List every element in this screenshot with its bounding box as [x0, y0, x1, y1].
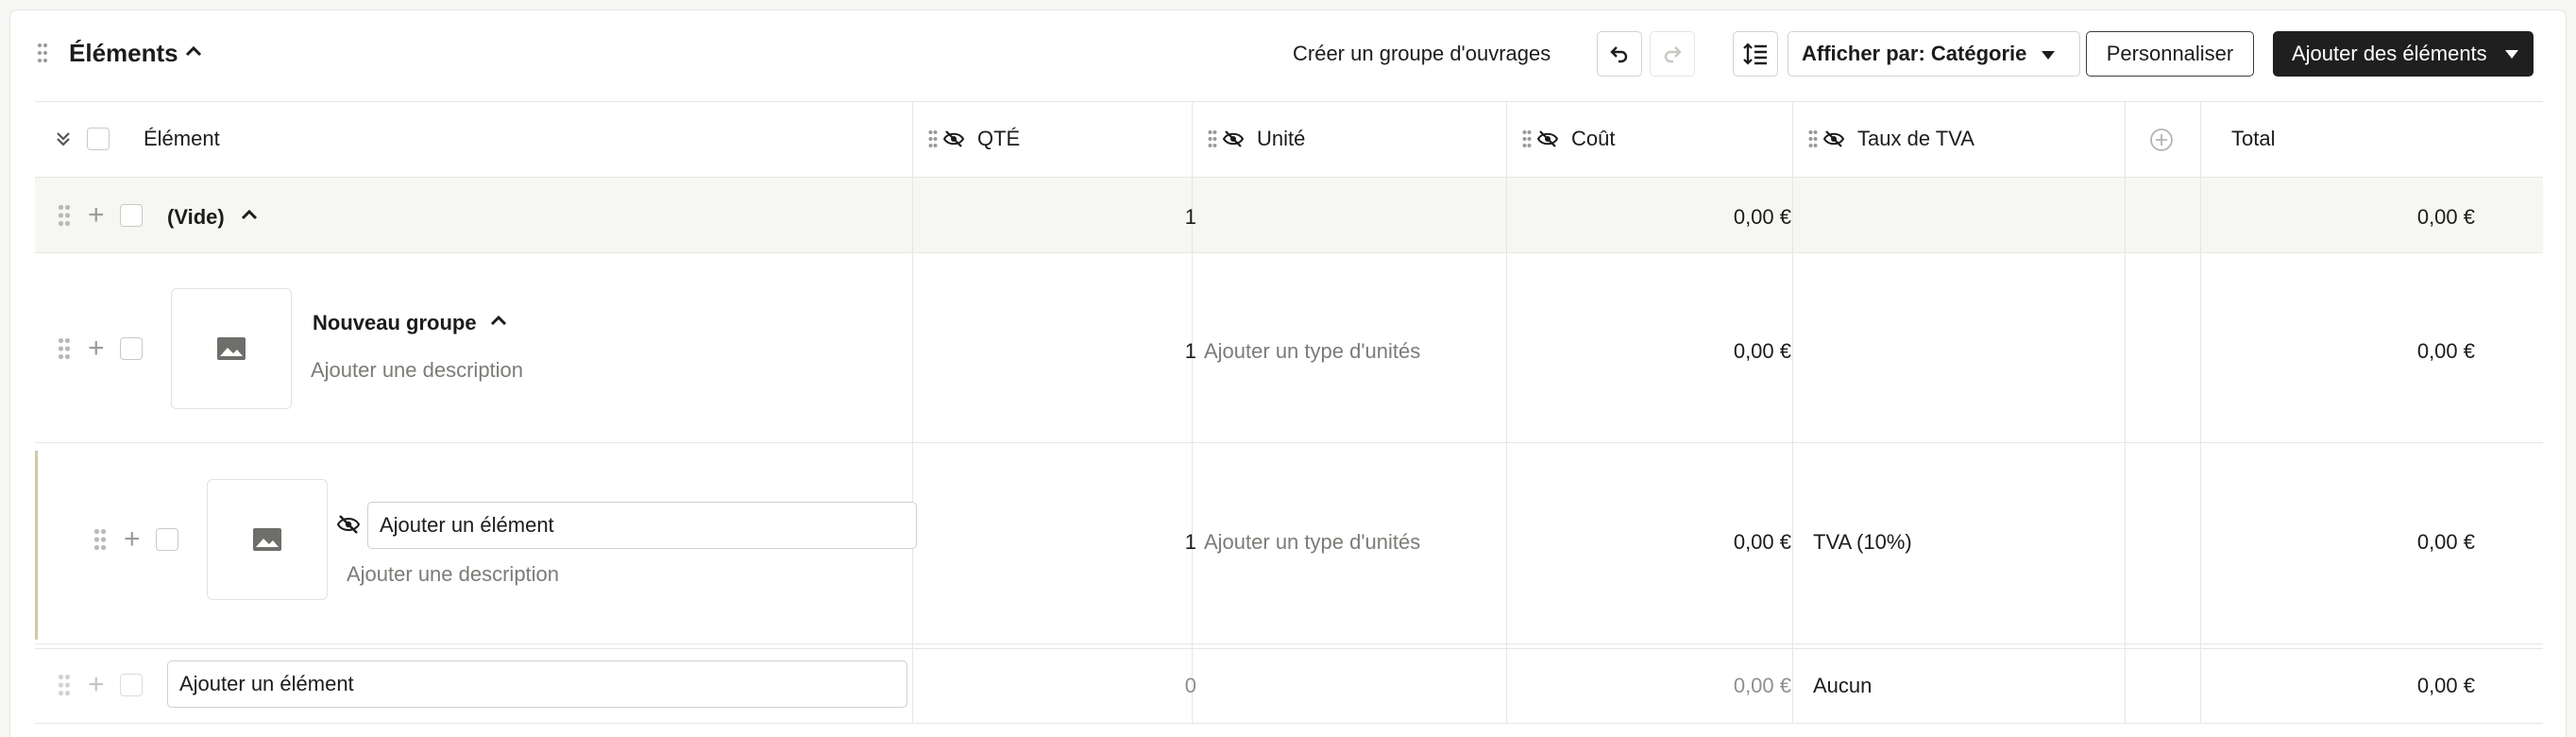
cost-value: 0,00 €	[1733, 339, 1791, 363]
eye-off-icon[interactable]	[337, 515, 360, 534]
eye-off-icon[interactable]	[1223, 130, 1244, 147]
column-label: Taux de TVA	[1857, 127, 1974, 150]
chevron-up-icon[interactable]	[184, 44, 203, 58]
eye-off-icon[interactable]	[943, 130, 964, 147]
add-elements-button[interactable]: Ajouter des éléments	[2273, 31, 2534, 77]
qty-value: 1	[1184, 205, 1196, 229]
total-value: 0,00 €	[2416, 339, 2475, 363]
total-value: 0,00 €	[2416, 205, 2475, 229]
image-placeholder-icon	[217, 337, 246, 360]
qty-value[interactable]: 1	[1117, 530, 1196, 555]
drag-handle-icon[interactable]	[93, 528, 107, 551]
caret-down-icon	[2042, 51, 2055, 60]
row-density-button[interactable]	[1733, 31, 1778, 77]
column-header-cost[interactable]: Coût	[1522, 101, 1615, 177]
eye-off-icon[interactable]	[1537, 130, 1558, 147]
image-placeholder-icon	[253, 528, 281, 551]
undo-icon	[1610, 46, 1628, 63]
redo-button[interactable]	[1650, 31, 1695, 77]
line-height-icon	[1743, 43, 1767, 65]
column-header-total: Total	[2231, 101, 2275, 177]
add-row-button[interactable]: +	[124, 525, 141, 554]
chevrons-collapse-icon[interactable]	[54, 129, 73, 148]
empty-group-label: (Vide)	[167, 205, 225, 229]
row-checkbox[interactable]	[120, 337, 143, 360]
drag-handle-icon[interactable]	[37, 43, 48, 63]
description-placeholder[interactable]: Ajouter une description	[311, 358, 523, 383]
redo-icon	[1664, 46, 1682, 63]
chevron-up-icon[interactable]	[490, 315, 507, 327]
description-placeholder[interactable]: Ajouter une description	[347, 562, 559, 587]
drag-handle-icon[interactable]	[928, 129, 938, 148]
column-label: Total	[2231, 127, 2276, 150]
empty-group-row-bg	[35, 178, 2543, 252]
unit-placeholder[interactable]: Ajouter un type d'unités	[1204, 339, 1420, 364]
add-row-button[interactable]: +	[88, 671, 105, 699]
item-name-input[interactable]: Ajouter un élément	[367, 502, 917, 549]
row-checkbox[interactable]	[156, 528, 178, 551]
elements-panel: Éléments Créer un groupe d'ouvrages Affi…	[9, 9, 2567, 737]
view-by-label: Afficher par: Catégorie	[1802, 42, 2027, 65]
group-title[interactable]: Nouveau groupe	[313, 311, 477, 335]
unit-placeholder[interactable]: Ajouter un type d'unités	[1204, 530, 1420, 555]
add-row-button[interactable]: +	[88, 201, 105, 230]
drag-handle-icon[interactable]	[58, 204, 71, 227]
row-checkbox[interactable]	[120, 674, 143, 696]
qty-value: 1	[1184, 339, 1196, 363]
drag-handle-icon[interactable]	[1522, 129, 1532, 148]
drag-handle-icon[interactable]	[58, 674, 71, 696]
create-work-group-link[interactable]: Créer un groupe d'ouvrages	[1293, 42, 1551, 66]
column-header-element[interactable]: Élément	[144, 101, 220, 177]
panel-title: Éléments	[69, 39, 178, 67]
item-image-placeholder[interactable]	[207, 479, 328, 600]
undo-button[interactable]	[1597, 31, 1642, 77]
column-header-vat[interactable]: Taux de TVA	[1808, 101, 1974, 177]
eye-off-icon[interactable]	[1823, 130, 1844, 147]
caret-down-icon	[2505, 50, 2518, 59]
drag-handle-icon[interactable]	[1208, 129, 1217, 148]
vat-value[interactable]: TVA (10%)	[1813, 530, 1912, 555]
cost-value: 0,00 €	[1733, 205, 1791, 229]
qty-value[interactable]: 0	[1117, 674, 1196, 698]
column-label: QTÉ	[977, 127, 1021, 150]
add-elements-label: Ajouter des éléments	[2292, 42, 2487, 65]
chevron-up-icon[interactable]	[241, 209, 258, 221]
column-header-unit[interactable]: Unité	[1208, 101, 1305, 177]
row-checkbox[interactable]	[120, 204, 143, 227]
cost-value[interactable]: 0,00 €	[1640, 530, 1791, 555]
column-label: Unité	[1257, 127, 1306, 150]
customize-button[interactable]: Personnaliser	[2086, 31, 2254, 77]
column-label: Élément	[144, 127, 220, 150]
view-by-select[interactable]: Afficher par: Catégorie	[1788, 31, 2080, 77]
panel-header: Éléments Créer un groupe d'ouvrages Affi…	[10, 10, 2566, 103]
nested-indent-bar	[35, 451, 38, 640]
column-header-qty[interactable]: QTÉ	[928, 101, 1020, 177]
new-item-name-input[interactable]: Ajouter un élément	[167, 660, 907, 708]
plus-circle-icon[interactable]	[2149, 128, 2174, 152]
vat-value[interactable]: Aucun	[1813, 674, 1872, 698]
total-value: 0,00 €	[2416, 530, 2475, 554]
column-label: Coût	[1571, 127, 1616, 150]
group-image-placeholder[interactable]	[171, 288, 292, 409]
drag-handle-icon[interactable]	[1808, 129, 1818, 148]
select-all-checkbox[interactable]	[87, 128, 110, 150]
drag-handle-icon[interactable]	[58, 337, 71, 360]
cost-value[interactable]: 0,00 €	[1640, 674, 1791, 698]
add-row-button[interactable]: +	[88, 334, 105, 363]
total-value: 0,00 €	[2416, 674, 2475, 697]
